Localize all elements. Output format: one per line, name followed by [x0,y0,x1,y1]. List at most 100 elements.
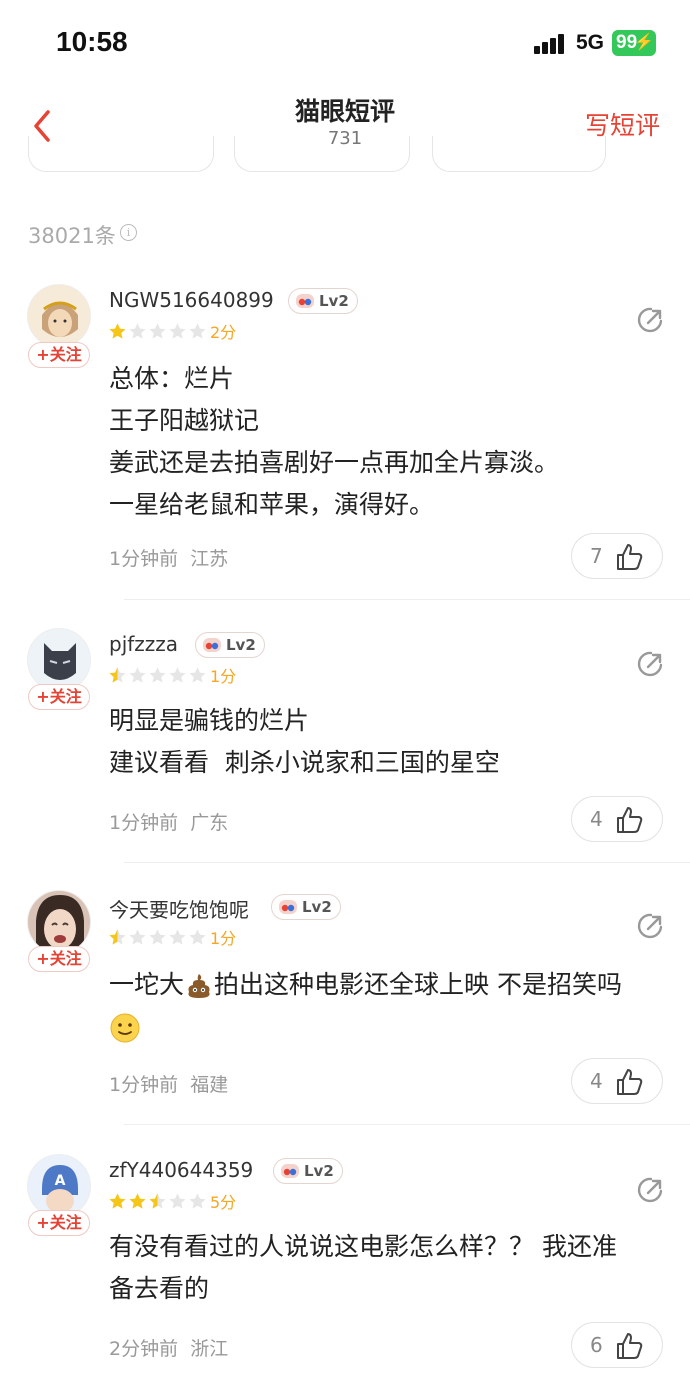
like-button[interactable]: 7 [571,533,663,579]
comment-line: 一坨大 拍出这种电影还全球上映 不是招笑吗 [109,964,622,1006]
comment-line: 备去看的 [109,1274,210,1303]
share-icon[interactable] [637,650,665,678]
comment-line: 总体：烂片 [109,364,235,393]
username[interactable]: pjfzzza [109,632,178,656]
level-badge: Lv2 [273,1158,343,1184]
level-emblem-icon [296,294,314,308]
avatar[interactable] [27,890,91,954]
star-icon [169,666,186,683]
panther-mask-avatar-icon [28,629,90,691]
star-icon [149,1192,166,1209]
comment-region: 江苏 [190,548,229,570]
like-count: 7 [590,544,603,568]
info-icon[interactable]: i [120,224,137,241]
username[interactable]: zfY440644359 [109,1158,253,1182]
level-label: Lv2 [319,292,349,310]
follow-button[interactable]: +关注 [28,946,90,972]
star-icon [109,322,126,339]
thumb-up-icon [617,1069,643,1095]
level-badge: Lv2 [195,632,265,658]
comment-region: 福建 [190,1074,229,1096]
star-icon [169,928,186,945]
network-type: 5G [576,31,605,54]
avatar[interactable]: A [27,1154,91,1218]
clock: 10:58 [56,26,128,57]
follow-button[interactable]: +关注 [28,1210,90,1236]
comment-item: +关注 今天要吃饱饱呢 Lv2 1分 一坨大 拍出这种电影还全球上映 不是招笑吗 … [0,890,690,1126]
thumb-up-icon [617,807,643,833]
crying-face-avatar-icon [28,891,90,953]
like-button[interactable]: 4 [571,1058,663,1104]
slight-smile-emoji-icon [110,1013,140,1043]
poop-emoji-icon [188,974,210,998]
rating-score: 2分 [210,323,237,342]
comment-time: 1分钟前 [109,548,179,570]
share-icon[interactable] [637,912,665,940]
share-icon[interactable] [637,306,665,334]
comment-line: 建议看看 刺杀小说家和三国的星空 [109,748,500,777]
comment-text: 有没有看过的人说说这电影怎么样？？ 我还准 备去看的 [109,1226,617,1310]
filter-tab-3[interactable] [432,136,606,172]
signal-icon [534,32,570,54]
filter-tab-1[interactable] [28,136,214,172]
username[interactable]: NGW516640899 [109,288,274,312]
level-badge: Lv2 [271,894,341,920]
star-icon [109,928,126,945]
star-icon [149,322,166,339]
rating-stars: 5分 [108,1190,236,1212]
username[interactable]: 今天要吃饱饱呢 [109,894,249,923]
comment-meta: 1分钟前 江苏 [109,544,228,571]
comment-line: 明显是骗钱的烂片 [109,706,310,735]
comment-text-part: 拍出这种电影还全球上映 不是招笑吗 [214,970,622,999]
avatar[interactable] [27,628,91,692]
comment-item: +关注 NGW516640899 Lv2 2分 总体：烂片 王子阳越狱记 姜武还… [0,284,690,600]
star-icon [149,928,166,945]
comment-item: A +关注 zfY440644359 Lv2 5分 有没有看过的人说说这电影怎么… [0,1154,690,1384]
comment-line: 有没有看过的人说说这电影怎么样？？ 我还准 [109,1232,617,1261]
level-label: Lv2 [304,1162,334,1180]
star-icon [169,322,186,339]
avatar[interactable] [27,284,91,348]
captain-helmet-avatar-icon: A [28,1155,90,1217]
star-icon [189,1192,206,1209]
monkey-king-avatar-icon [28,285,90,347]
comment-line: 姜武还是去拍喜剧好一点再加全片寡淡。 [109,448,560,477]
filter-tab-2[interactable] [234,136,410,172]
like-count: 4 [590,1069,603,1093]
rating-stars: 2分 [108,320,236,342]
like-count: 4 [590,807,603,831]
comment-text: 明显是骗钱的烂片 建议看看 刺杀小说家和三国的星空 [109,700,500,784]
level-emblem-icon [281,1164,299,1178]
rating-score: 1分 [210,667,237,686]
battery-icon: 99 ⚡ [612,30,656,56]
star-icon [129,666,146,683]
star-icon [129,928,146,945]
comment-meta: 1分钟前 广东 [109,808,228,835]
divider [124,599,690,600]
comment-meta: 1分钟前 福建 [109,1070,228,1097]
rating-stars: 1分 [108,664,236,686]
comment-line: 一星给老鼠和苹果，演得好。 [109,490,435,519]
rating-stars: 1分 [108,926,236,948]
level-label: Lv2 [302,898,332,916]
star-icon [169,1192,186,1209]
star-icon [109,666,126,683]
comment-text: 一坨大 拍出这种电影还全球上映 不是招笑吗 [109,964,622,1048]
level-label: Lv2 [226,636,256,654]
comment-region: 广东 [190,812,229,834]
comment-time: 2分钟前 [109,1338,179,1360]
follow-button[interactable]: +关注 [28,342,90,368]
star-icon [189,928,206,945]
comment-text-part: 一坨大 [109,970,185,999]
comment-item: +关注 pjfzzza Lv2 1分 明显是骗钱的烂片 建议看看 刺杀小说家和三… [0,628,690,864]
star-icon [129,1192,146,1209]
status-bar: 10:58 5G 99 ⚡ [0,0,690,86]
level-badge: Lv2 [288,288,358,314]
level-emblem-icon [279,900,297,914]
rating-score: 5分 [210,1193,237,1212]
follow-button[interactable]: +关注 [28,684,90,710]
thumb-up-icon [617,1333,643,1359]
like-button[interactable]: 6 [571,1322,663,1368]
like-button[interactable]: 4 [571,796,663,842]
share-icon[interactable] [637,1176,665,1204]
